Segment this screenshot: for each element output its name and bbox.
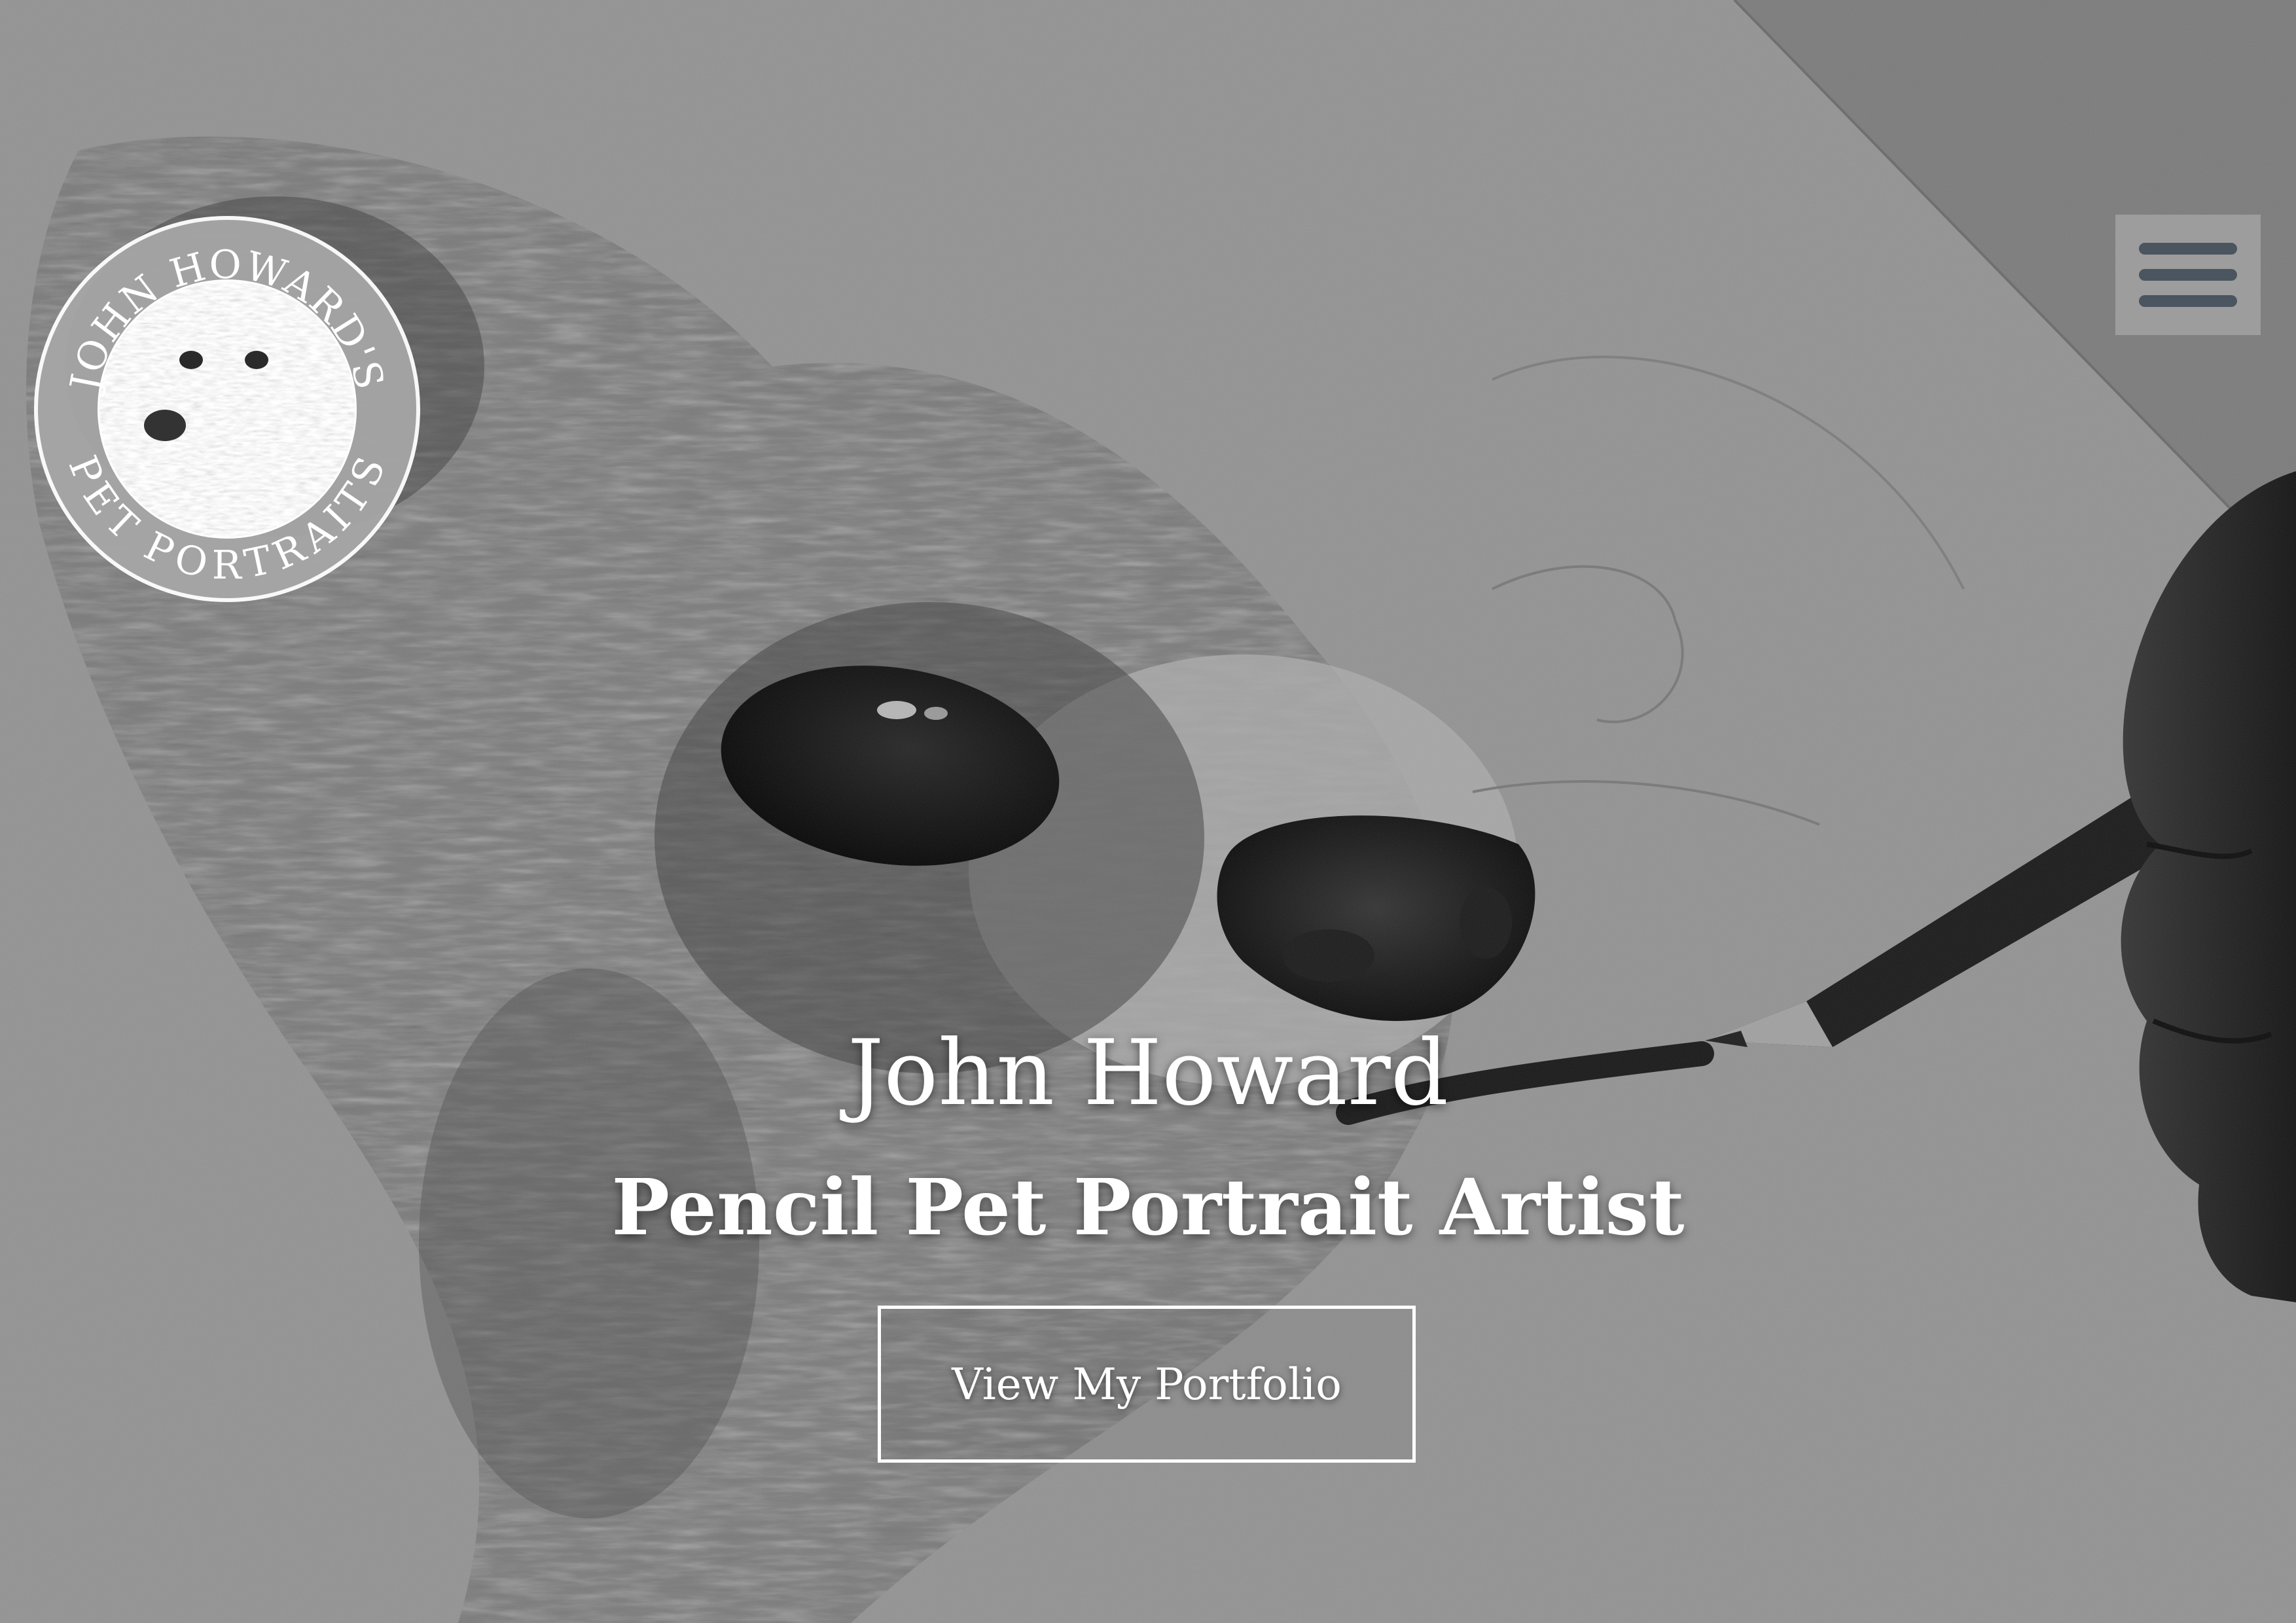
hero-subtitle: Pencil Pet Portrait Artist: [611, 1162, 1685, 1253]
hamburger-menu-icon-bar-3: [2139, 295, 2237, 307]
hamburger-menu-icon: [2139, 243, 2237, 255]
hero-title: John Howard: [847, 1020, 1449, 1126]
view-portfolio-label: View My Portfolio: [952, 1359, 1342, 1410]
hamburger-menu-button[interactable]: [2115, 215, 2261, 335]
view-portfolio-button[interactable]: View My Portfolio: [878, 1306, 1416, 1463]
hero-section: JOHN HOWARD'S PET PORTRAITS John Howard …: [0, 0, 2296, 1623]
hamburger-menu-icon-bar-2: [2139, 269, 2237, 281]
site-logo[interactable]: JOHN HOWARD'S PET PORTRAITS: [34, 216, 420, 602]
